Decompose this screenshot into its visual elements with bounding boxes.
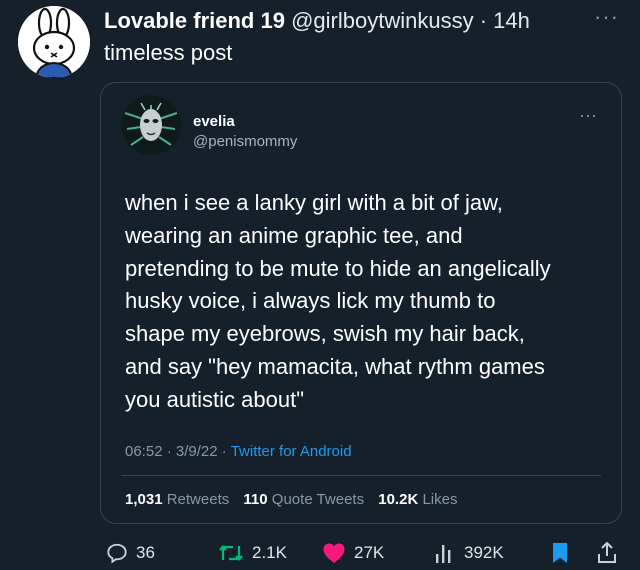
quoted-display-name[interactable]: evelia (193, 113, 235, 130)
author-display-name[interactable]: Lovable friend 19 (104, 8, 285, 33)
heart-icon (323, 543, 345, 563)
quoted-time[interactable]: 06:52 (125, 443, 163, 460)
header-separator: · (479, 8, 488, 33)
quotes-label: Quote Tweets (271, 491, 365, 508)
quoted-more-button[interactable]: ··· (579, 105, 597, 126)
author-handle[interactable]: @girlboytwinkussy (291, 8, 474, 33)
retweet-count: 2.1K (252, 543, 287, 562)
likes-count: 10.2K (378, 491, 419, 508)
meta-separator: · (166, 443, 172, 460)
like-button[interactable]: 27K (322, 540, 384, 566)
ellipsis-icon: ··· (579, 105, 597, 125)
tweet-more-button[interactable]: ··· (594, 4, 619, 30)
retweets-stat[interactable]: 1,031 Retweets (125, 491, 229, 508)
like-count: 27K (354, 543, 385, 562)
tweet-text: timeless post (104, 40, 233, 65)
quoted-handle[interactable]: @penismommy (193, 133, 297, 150)
divider (121, 475, 601, 476)
likes-label: Likes (422, 491, 458, 508)
analytics-icon (436, 545, 451, 563)
retweet-icon (219, 545, 243, 561)
author-avatar[interactable] (18, 6, 90, 78)
bookmark-icon (553, 543, 567, 563)
quoted-tweet-card[interactable]: evelia @penismommy ··· when i see a lank… (100, 82, 622, 524)
quoted-source-link[interactable]: Twitter for Android (231, 443, 352, 460)
quoted-author-avatar[interactable] (121, 95, 181, 155)
quoted-text-line: when i see a lanky girl with a bit of ja… (125, 190, 503, 215)
quoted-timestamp-row: 06:52 · 3/9/22 · Twitter for Android (125, 443, 352, 460)
meta-separator: · (221, 443, 227, 460)
quoted-text-line: wearing an anime graphic tee, and (125, 222, 463, 248)
retweet-button[interactable]: 2.1K (218, 540, 287, 566)
views-count: 392K (464, 543, 504, 562)
bunny-avatar-icon (18, 6, 90, 78)
likes-stat[interactable]: 10.2K Likes (378, 491, 457, 508)
views-button[interactable]: 392K (434, 540, 504, 566)
share-icon (598, 542, 616, 563)
quoted-text-line: shape my eyebrows, swish my hair back, (125, 321, 525, 347)
ellipsis-icon: ··· (594, 4, 619, 29)
quotes-count: 110 (243, 491, 268, 508)
masked-face-avatar-icon (121, 95, 181, 155)
reply-button[interactable]: 36 (106, 540, 155, 566)
reply-count: 36 (136, 543, 155, 562)
bookmark-button[interactable] (550, 540, 578, 566)
quoted-tweet-text: when i see a lanky girl with a bit of ja… (125, 187, 605, 417)
retweets-label: Retweets (166, 491, 230, 508)
share-button[interactable] (596, 540, 626, 566)
tweet-time[interactable]: 14h (493, 8, 530, 33)
quoted-text-line: and say "hey mamacita, what rythm games (125, 353, 545, 379)
tweet-header: Lovable friend 19 @girlboytwinkussy · 14… (104, 8, 530, 34)
quoted-text-line: you autistic about" (125, 386, 305, 412)
quotes-stat[interactable]: 110 Quote Tweets (243, 491, 364, 508)
reply-icon (107, 543, 127, 564)
retweets-count: 1,031 (125, 491, 163, 508)
quoted-text-line: pretending to be mute to hide an angelic… (125, 255, 551, 281)
quoted-stats-row: 1,031 Retweets 110 Quote Tweets 10.2K Li… (125, 491, 457, 508)
quoted-date[interactable]: 3/9/22 (176, 443, 218, 460)
quoted-text-line: husky voice, i always lick my thumb to (125, 288, 496, 314)
